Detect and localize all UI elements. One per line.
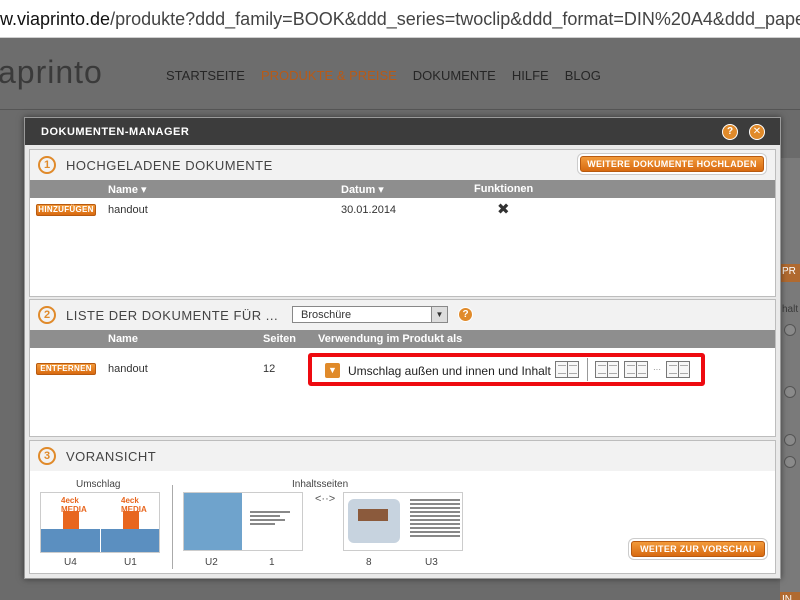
nav-produkte-preise[interactable]: PRODUKTE & PREISE [261,68,397,83]
section-document-list: 2 LISTE DER DOKUMENTE FÜR ... Broschüre … [29,299,776,437]
page-u4: 4eck MEDIA [41,493,100,552]
page-u1: 4eck MEDIA [101,493,159,552]
col-name: Name [108,333,138,345]
table-header: Name Seiten Verwendung im Produkt als [30,330,775,348]
page-8-image [348,499,400,543]
nav-dokumente[interactable]: DOKUMENTE [413,68,496,83]
divider [172,485,173,569]
step-number: 1 [38,156,56,174]
dialog-title: DOKUMENTEN-MANAGER [41,126,190,138]
dialog-title-bar: DOKUMENTEN-MANAGER ? ✕ [25,118,780,145]
page-count: 12 [263,363,276,375]
image-strip [101,529,159,552]
continue-to-preview-button[interactable]: WEITER ZUR VORSCHAU [631,541,765,557]
step-number: 2 [38,306,56,324]
section-title: VORANSICHT [66,449,157,464]
main-nav: STARTSEITE PRODUKTE & PREISE DOKUMENTE H… [166,68,601,83]
help-icon[interactable]: ? [458,307,473,322]
page-u2 [184,493,242,550]
col-datum[interactable]: Datum ▾ [341,183,384,196]
section-header: 3 VORANSICHT [30,441,775,471]
page-label-8: 8 [366,557,372,568]
spread-u2-1-thumbnail[interactable] [183,492,303,551]
ellipsis-icon: ··· [653,365,661,374]
document-name: handout [108,204,148,216]
section-header: 1 HOCHGELADENE DOKUMENTE WEITERE DOKUMEN… [30,150,775,180]
book-spread-icon[interactable] [624,361,648,378]
text-lines [250,511,290,527]
image-strip [41,529,100,552]
usage-highlight-box: ▼ Umschlag außen und innen und Inhalt ··… [308,353,705,386]
cover-thumbnail[interactable]: 4eck MEDIA 4eck MEDIA [40,492,160,553]
partial-in-text: IN [782,594,792,600]
site-logo[interactable]: aprinto [0,54,103,91]
radio-partial[interactable] [784,324,796,336]
help-icon[interactable]: ? [722,124,738,140]
section-header: 2 LISTE DER DOKUMENTE FÜR ... Broschüre … [30,300,775,330]
product-type-select[interactable]: Broschüre ▼ [292,306,448,323]
url-text: w.viaprinto.de/produkte?ddd_family=BOOK&… [0,9,800,29]
partial-pr-text: PR [782,266,796,277]
section-title: HOCHGELADENE DOKUMENTE [66,158,273,173]
step-number: 3 [38,447,56,465]
section-preview: 3 VORANSICHT Umschlag Inhaltsseiten 4eck… [29,440,776,574]
page-label-u4: U4 [64,557,77,568]
document-name: handout [108,363,148,375]
col-funktionen: Funktionen [474,183,534,195]
close-icon[interactable]: ✕ [749,124,765,140]
document-date: 30.01.2014 [341,204,397,216]
section-title: LISTE DER DOKUMENTE FÜR ... [66,308,279,323]
page-label-1: 1 [269,557,275,568]
usage-label: Umschlag außen und innen und Inhalt [348,364,551,378]
col-name[interactable]: Name ▾ [108,183,147,196]
radio-partial[interactable] [784,456,796,468]
divider [587,358,588,381]
page-label-u2: U2 [205,557,218,568]
page-label-u3: U3 [425,557,438,568]
book-spread-icon[interactable] [666,361,690,378]
site-header: aprinto STARTSEITE PRODUKTE & PREISE DOK… [0,38,800,110]
document-manager-dialog: DOKUMENTEN-MANAGER ? ✕ 1 HOCHGELADENE DO… [24,117,781,579]
remove-button[interactable]: ENTFERNEN [36,363,96,375]
browser-url-bar[interactable]: w.viaprinto.de/produkte?ddd_family=BOOK&… [0,0,800,38]
partial-halt-text: halt [782,304,799,315]
site-right-panel: PR halt IN [780,158,800,600]
delete-icon[interactable]: ✖ [497,200,510,218]
section-uploaded-documents: 1 HOCHGELADENE DOKUMENTE WEITERE DOKUMEN… [29,149,776,297]
nav-blog[interactable]: BLOG [565,68,601,83]
page-label-u1: U1 [124,557,137,568]
col-verwendung: Verwendung im Produkt als [318,333,463,345]
book-spread-icon[interactable] [595,361,619,378]
content-pages-label: Inhaltsseiten [292,479,349,490]
nav-startseite[interactable]: STARTSEITE [166,68,245,83]
radio-partial[interactable] [784,386,796,398]
dropdown-toggle-icon[interactable]: ▼ [325,363,340,378]
nav-hilfe[interactable]: HILFE [512,68,549,83]
radio-partial[interactable] [784,434,796,446]
col-seiten: Seiten [263,333,297,345]
spread-8-u3-thumbnail[interactable] [343,492,463,551]
cover-label: Umschlag [76,479,121,490]
between-pages-arrow: <··> [315,493,336,505]
table-header: Name ▾ Datum ▾ Funktionen [30,180,775,198]
book-spread-icon[interactable] [555,361,579,378]
text-lines [410,499,460,539]
select-value: Broschüre [301,309,352,321]
page-8-photo [358,509,388,521]
add-button[interactable]: HINZUFÜGEN [36,204,96,216]
upload-more-button[interactable]: WEITERE DOKUMENTE HOCHLADEN [580,156,764,172]
chevron-down-icon: ▼ [431,307,447,322]
